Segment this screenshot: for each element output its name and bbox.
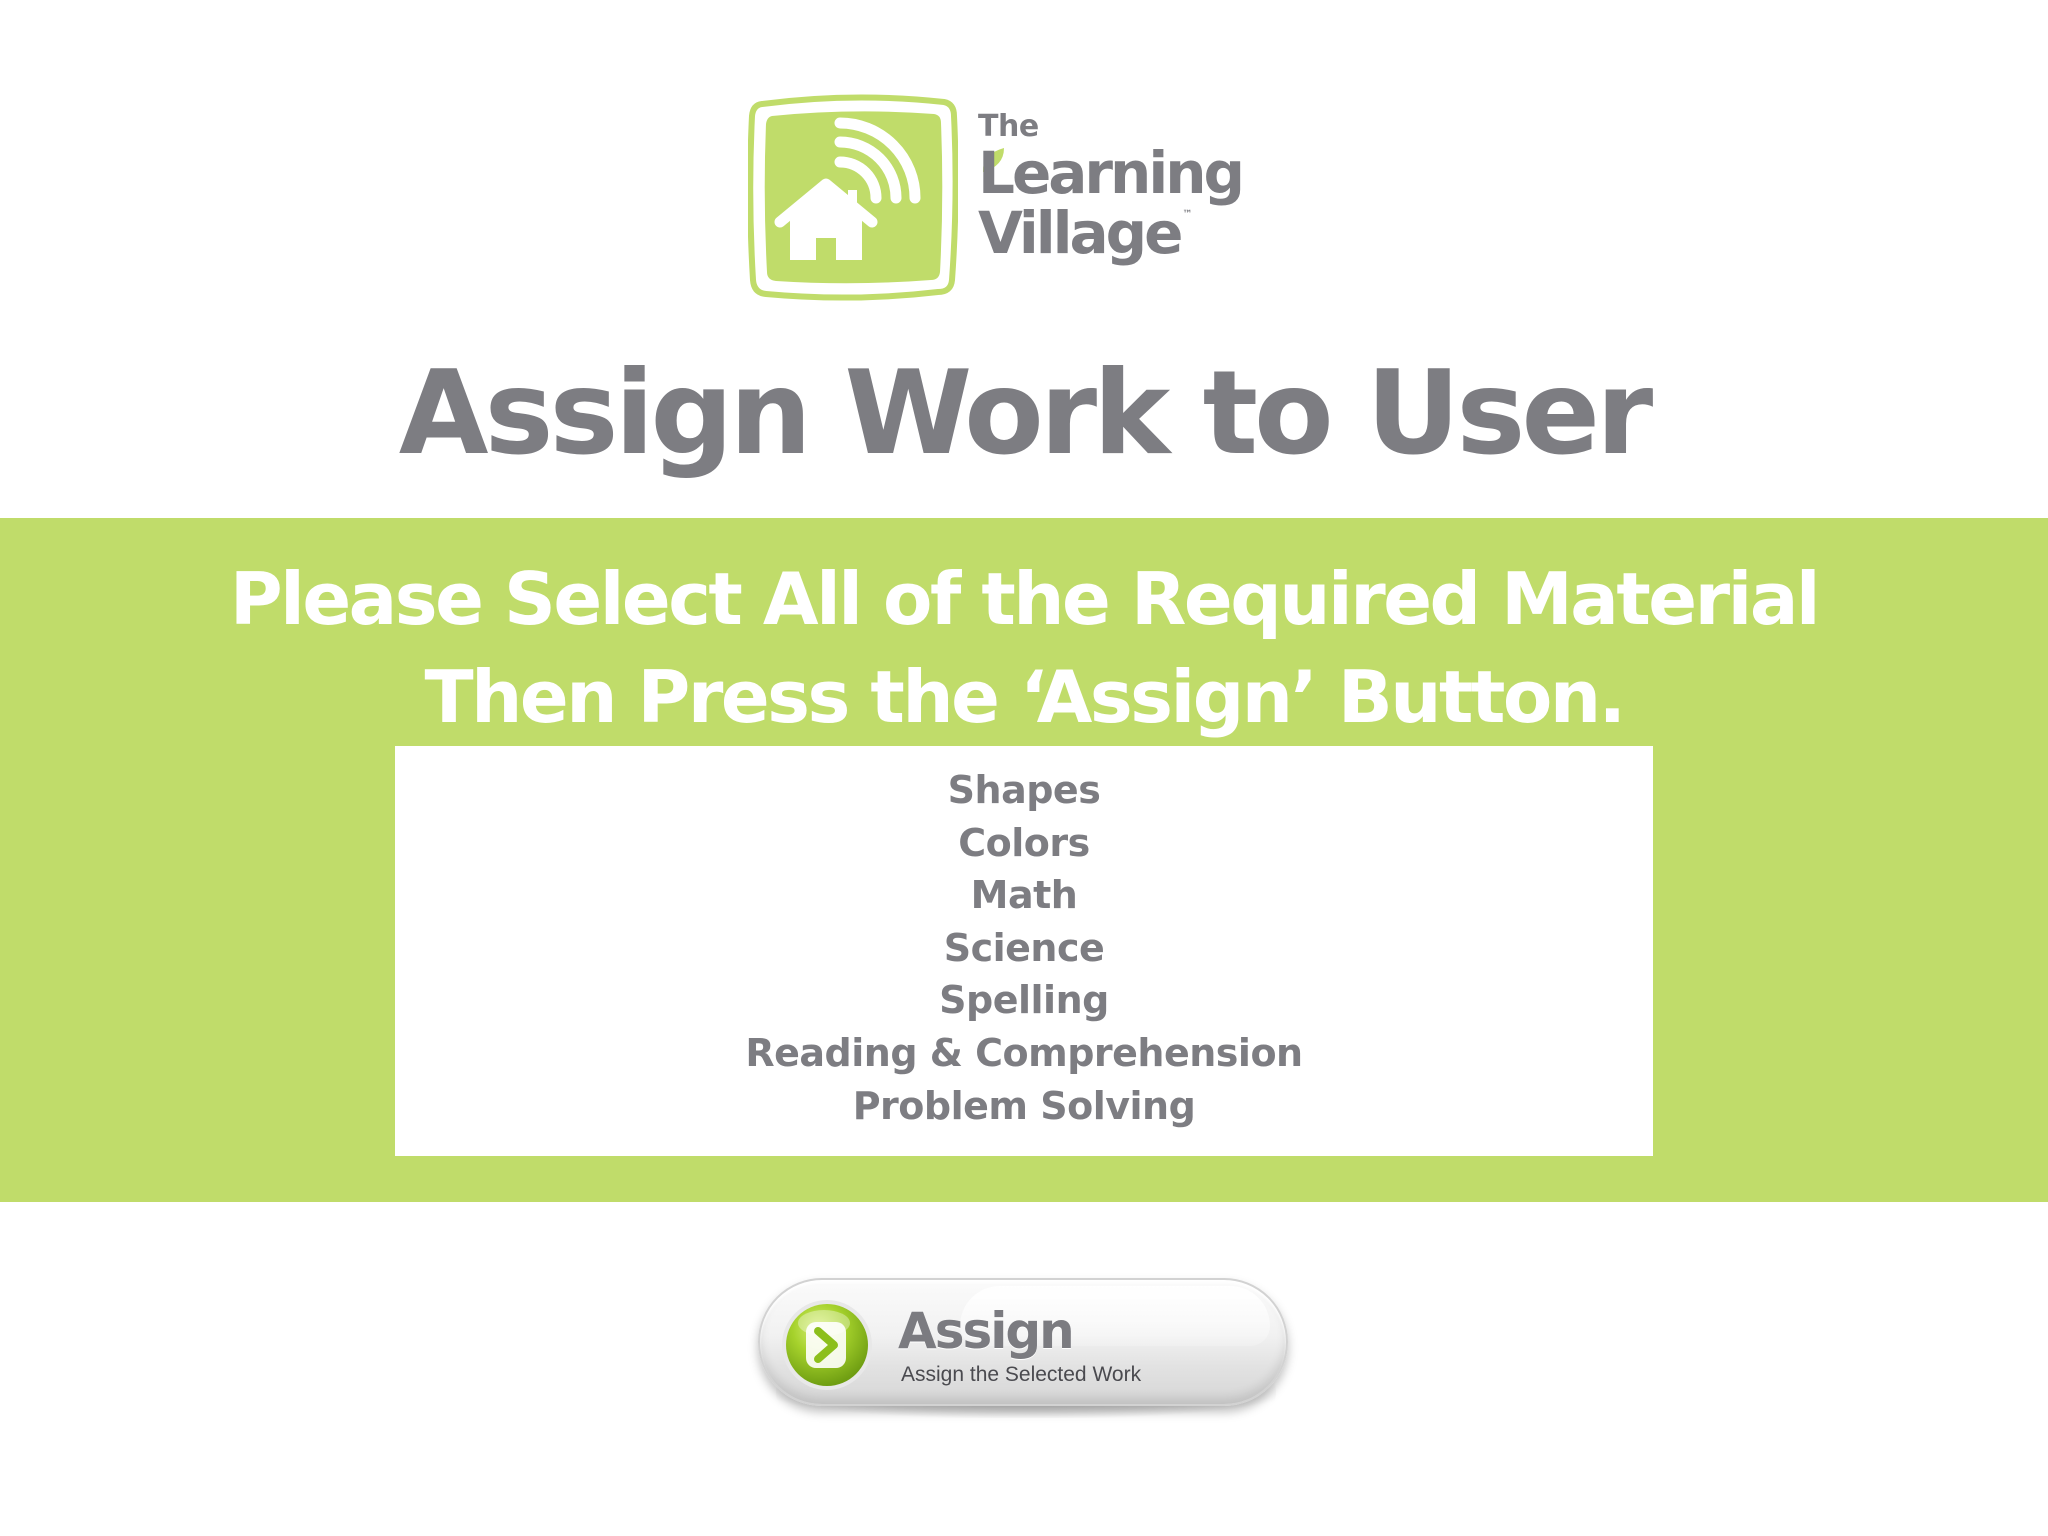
- brand-the: The: [978, 109, 1039, 144]
- chevron-right-icon[interactable]: [780, 1298, 874, 1392]
- brand-wordmark: The Learning Village ™: [978, 109, 1308, 263]
- page: The Learning Village ™ Assign Work to Use…: [0, 0, 2048, 1536]
- brand-learning: Learning: [978, 139, 1245, 207]
- assign-button-label: Assign: [898, 1302, 1075, 1360]
- instructions-line-1: Please Select All of the Required Materi…: [229, 557, 1821, 641]
- brand-village: Village: [978, 199, 1184, 267]
- material-item-colors[interactable]: Colors: [395, 817, 1653, 870]
- material-item-spelling[interactable]: Spelling: [395, 974, 1653, 1027]
- instructions-text: Please Select All of the Required Materi…: [0, 550, 2048, 746]
- material-item-reading-comprehension[interactable]: Reading & Comprehension: [395, 1027, 1653, 1080]
- page-title: Assign Work to User: [398, 346, 1654, 481]
- assign-button-body[interactable]: Assign Assign the Selected Work: [758, 1278, 1288, 1406]
- material-item-math[interactable]: Math: [395, 869, 1653, 922]
- material-list-box[interactable]: Shapes Colors Math Science Spelling Read…: [395, 746, 1653, 1156]
- material-list: Shapes Colors Math Science Spelling Read…: [395, 746, 1653, 1132]
- brand-logo: The Learning Village ™: [748, 92, 1308, 306]
- assign-button[interactable]: Assign Assign the Selected Work: [758, 1278, 1290, 1418]
- material-item-shapes[interactable]: Shapes: [395, 764, 1653, 817]
- brand-village-line: Village ™: [978, 204, 1308, 262]
- assign-button-sublabel: Assign the Selected Work: [901, 1363, 1142, 1386]
- instructions-line-2: Then Press the ‘Assign’ Button.: [424, 655, 1626, 739]
- house-wifi-logo-icon: [748, 94, 958, 301]
- instruction-panel: Please Select All of the Required Materi…: [0, 518, 2048, 1202]
- material-item-science[interactable]: Science: [395, 922, 1653, 975]
- trademark-symbol: ™: [1182, 209, 1193, 220]
- material-item-problem-solving[interactable]: Problem Solving: [395, 1080, 1653, 1133]
